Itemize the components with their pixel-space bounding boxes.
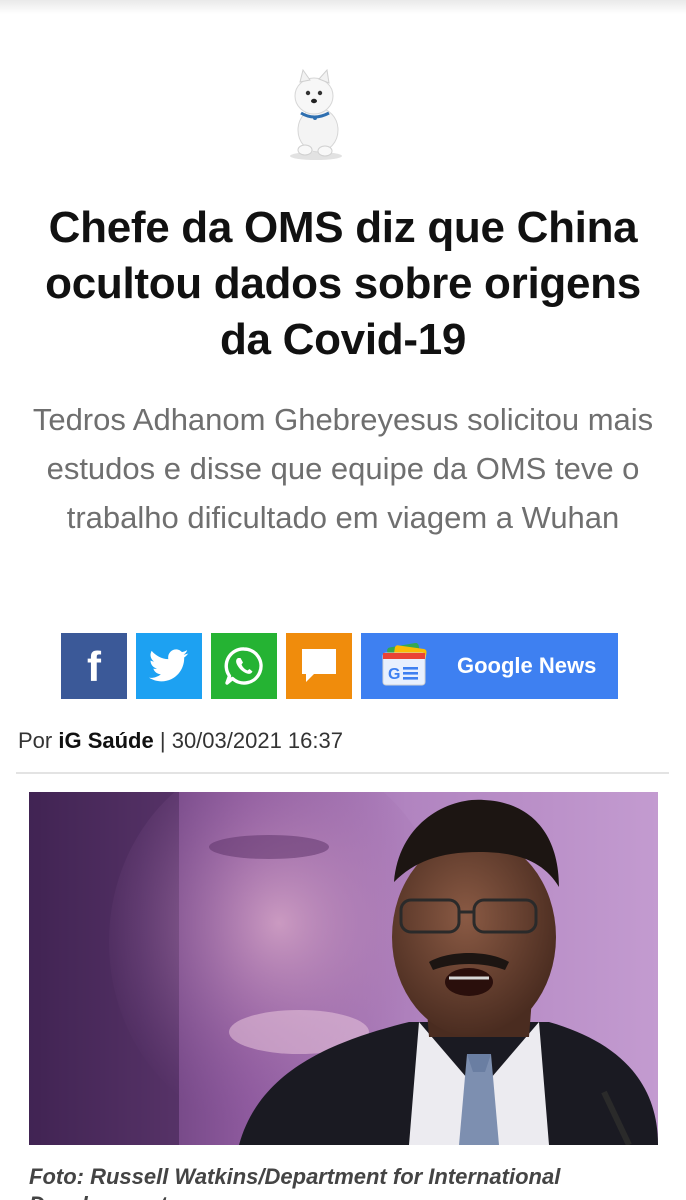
article-photo[interactable] — [29, 792, 658, 1145]
svg-text:G: G — [388, 666, 400, 683]
share-twitter-button[interactable] — [136, 633, 202, 699]
byline-divider — [16, 772, 669, 774]
byline-author[interactable]: iG Saúde — [58, 728, 153, 753]
article-byline: Por iG Saúde | 30/03/2021 16:37 — [18, 726, 343, 756]
share-whatsapp-button[interactable] — [211, 633, 277, 699]
article-headline: Chefe da OMS diz que China ocultou dados… — [45, 203, 641, 364]
article-page: Chefe da OMS diz que China ocultou dados… — [0, 0, 686, 1200]
facebook-icon: f — [87, 646, 102, 686]
google-news-button[interactable]: G Google News — [361, 633, 618, 699]
twitter-icon — [149, 649, 189, 682]
photo-caption: Foto: Russell Watkins/Department for Int… — [29, 1164, 561, 1200]
speaker-photo-image — [29, 792, 658, 1145]
byline-prefix: Por — [18, 728, 53, 753]
comment-icon — [302, 649, 336, 682]
share-comment-button[interactable] — [286, 633, 352, 699]
google-news-label: Google News — [457, 653, 597, 678]
share-facebook-button[interactable]: f — [61, 633, 127, 699]
westie-dog-logo-icon[interactable] — [283, 68, 349, 162]
byline-separator: | — [159, 728, 166, 753]
svg-text:f: f — [87, 646, 102, 686]
byline-datetime: 30/03/2021 16:37 — [171, 728, 343, 753]
google-news-icon: G — [382, 643, 427, 686]
article-subtitle: Tedros Adhanom Ghebreyesus solicitou mai… — [32, 402, 654, 535]
whatsapp-icon — [224, 647, 263, 685]
status-bar-shadow — [0, 0, 686, 14]
